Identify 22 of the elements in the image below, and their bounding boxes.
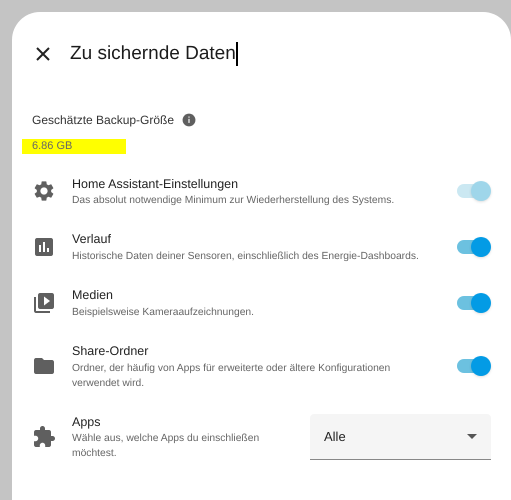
info-icon[interactable] bbox=[182, 112, 196, 126]
puzzle-icon bbox=[32, 424, 56, 449]
toggle-switch[interactable] bbox=[455, 292, 491, 313]
option-description: Beispielsweise Kameraaufzeichnungen. bbox=[72, 306, 256, 320]
video-library-icon bbox=[32, 290, 56, 315]
option-title: Share-Ordner bbox=[72, 342, 150, 360]
gear-icon bbox=[32, 179, 56, 204]
option-title: Home Assistant-Einstellungen bbox=[72, 176, 240, 193]
size-label: Geschätzte Backup-Größe bbox=[32, 112, 174, 128]
caret-icon bbox=[467, 434, 477, 439]
apps-select[interactable]: Alle bbox=[310, 414, 491, 460]
option-title: Apps bbox=[72, 414, 102, 431]
toggle-switch[interactable] bbox=[455, 237, 491, 258]
option-title: Verlauf bbox=[72, 231, 112, 248]
option-description: Ordner, der häufig von Apps für erweiterte oder ältere Konfigurationen verwendet wird. bbox=[72, 362, 392, 390]
option-description: Historische Daten deiner Sensoren, einschließlich des Energie-Dashboards. bbox=[72, 250, 420, 264]
option-title: Medien bbox=[72, 287, 114, 304]
dialog-title: Zu sichernde Daten bbox=[70, 42, 236, 66]
option-description: Das absolut notwendige Minimum zur Wiederherstellung des Systems. bbox=[72, 194, 396, 208]
toggle-switch[interactable] bbox=[455, 356, 491, 376]
option-description: Wähle aus, welche Apps du einschließen möchtest. bbox=[72, 432, 260, 462]
size-value: 6.86 GB bbox=[22, 138, 126, 154]
